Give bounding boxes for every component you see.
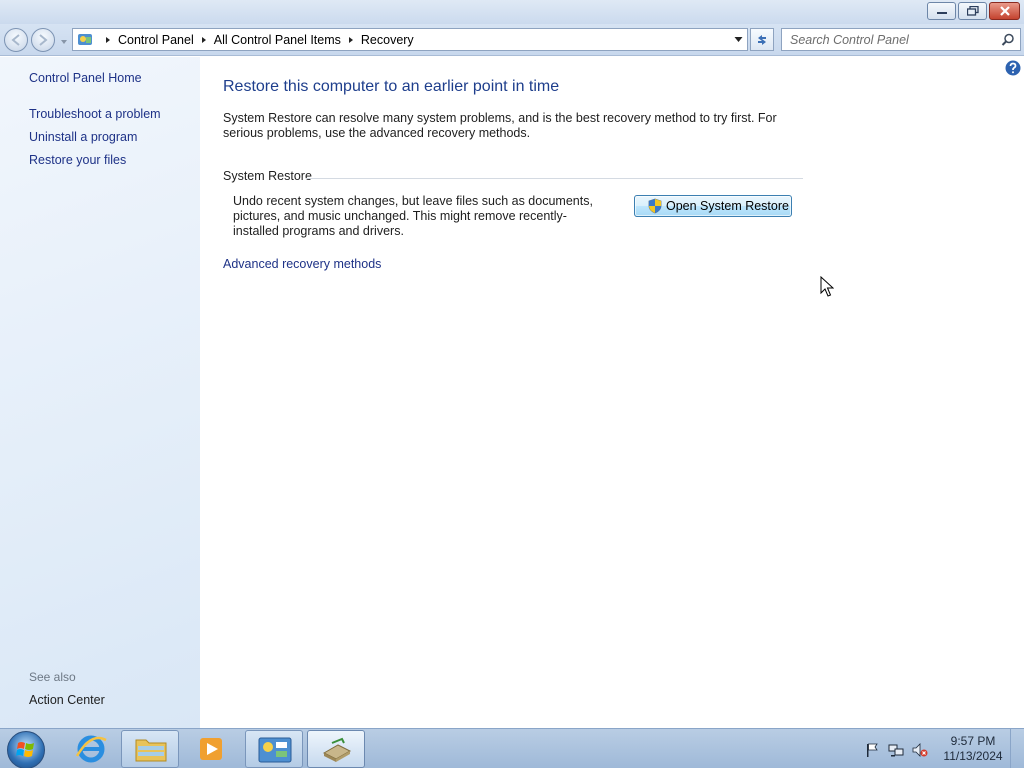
- group-divider: [306, 178, 803, 179]
- see-also-heading: See also: [29, 670, 76, 684]
- title-bar: [0, 0, 1024, 24]
- system-restore-group-title: System Restore: [223, 169, 312, 183]
- left-navigation-pane: Control Panel Home Troubleshoot a proble…: [0, 57, 200, 728]
- control-panel-icon: [258, 737, 292, 763]
- show-desktop-button[interactable]: [1010, 729, 1024, 768]
- clock-date: 11/13/2024: [943, 749, 1003, 763]
- back-arrow-icon: [11, 34, 20, 46]
- open-system-restore-label: Open System Restore: [666, 199, 789, 213]
- start-button[interactable]: [7, 731, 45, 768]
- control-panel-taskbar-button[interactable]: [245, 730, 303, 768]
- breadcrumb-separator-icon[interactable]: [104, 36, 112, 44]
- sidebar-item-troubleshoot[interactable]: Troubleshoot a problem: [29, 107, 161, 121]
- system-restore-description: Undo recent system changes, but leave fi…: [233, 194, 593, 238]
- restore-button[interactable]: [958, 2, 987, 20]
- uac-shield-icon: [648, 198, 662, 214]
- search-input[interactable]: [782, 29, 992, 50]
- close-icon: [999, 6, 1010, 16]
- sidebar-item-restore-files[interactable]: Restore your files: [29, 153, 126, 167]
- system-restore-icon: [322, 737, 352, 762]
- close-button[interactable]: [989, 2, 1020, 20]
- search-box[interactable]: [781, 28, 1021, 51]
- network-icon[interactable]: [888, 742, 904, 758]
- control-panel-icon: [78, 33, 92, 45]
- search-icon[interactable]: [1001, 33, 1015, 47]
- sidebar-item-uninstall-program[interactable]: Uninstall a program: [29, 130, 137, 144]
- volume-muted-icon[interactable]: [912, 742, 928, 758]
- taskbar-clock[interactable]: 9:57 PM 11/13/2024: [940, 734, 1006, 764]
- internet-explorer-icon: [75, 735, 107, 763]
- windows-explorer-taskbar-button[interactable]: [121, 730, 179, 768]
- forward-arrow-icon: [39, 34, 48, 46]
- forward-button[interactable]: [31, 28, 55, 52]
- taskbar: 9:57 PM 11/13/2024: [0, 728, 1024, 768]
- intro-text: System Restore can resolve many system p…: [223, 111, 777, 140]
- address-dropdown-icon[interactable]: [734, 36, 743, 43]
- open-system-restore-button[interactable]: Open System Restore: [634, 195, 792, 217]
- action-center-flag-icon[interactable]: [864, 742, 880, 758]
- breadcrumb-recovery[interactable]: Recovery: [361, 33, 414, 47]
- media-player-taskbar-button[interactable]: [182, 730, 240, 768]
- refresh-button[interactable]: [750, 28, 774, 51]
- main-content: Restore this computer to an earlier poin…: [200, 57, 1024, 728]
- mouse-pointer-icon: [820, 276, 834, 297]
- navigation-bar: Control Panel All Control Panel Items Re…: [0, 24, 1024, 56]
- breadcrumb-control-panel[interactable]: Control Panel: [118, 33, 194, 47]
- refresh-icon: [758, 34, 766, 45]
- windows-logo-icon: [16, 742, 34, 757]
- page-title: Restore this computer to an earlier poin…: [223, 78, 560, 95]
- minimize-button[interactable]: [927, 2, 956, 20]
- sidebar-item-action-center[interactable]: Action Center: [29, 693, 105, 707]
- breadcrumb-separator-icon[interactable]: [200, 36, 208, 44]
- sidebar-item-control-panel-home[interactable]: Control Panel Home: [29, 71, 142, 85]
- address-bar[interactable]: Control Panel All Control Panel Items Re…: [72, 28, 748, 51]
- minimize-icon: [936, 12, 947, 14]
- media-player-icon: [200, 738, 222, 760]
- internet-explorer-taskbar-button[interactable]: [62, 730, 120, 768]
- back-button[interactable]: [4, 28, 28, 52]
- advanced-recovery-methods-link[interactable]: Advanced recovery methods: [223, 257, 381, 271]
- folder-icon: [135, 739, 167, 762]
- breadcrumb-all-items[interactable]: All Control Panel Items: [214, 33, 341, 47]
- window-controls: [927, 2, 1020, 20]
- breadcrumb-separator-icon[interactable]: [347, 36, 355, 44]
- system-tray: [864, 742, 928, 758]
- system-restore-taskbar-button[interactable]: [307, 730, 365, 768]
- clock-time: 9:57 PM: [950, 734, 996, 748]
- recent-pages-dropdown-icon[interactable]: [60, 38, 68, 46]
- help-icon[interactable]: [1005, 60, 1021, 76]
- restore-icon: [966, 6, 979, 16]
